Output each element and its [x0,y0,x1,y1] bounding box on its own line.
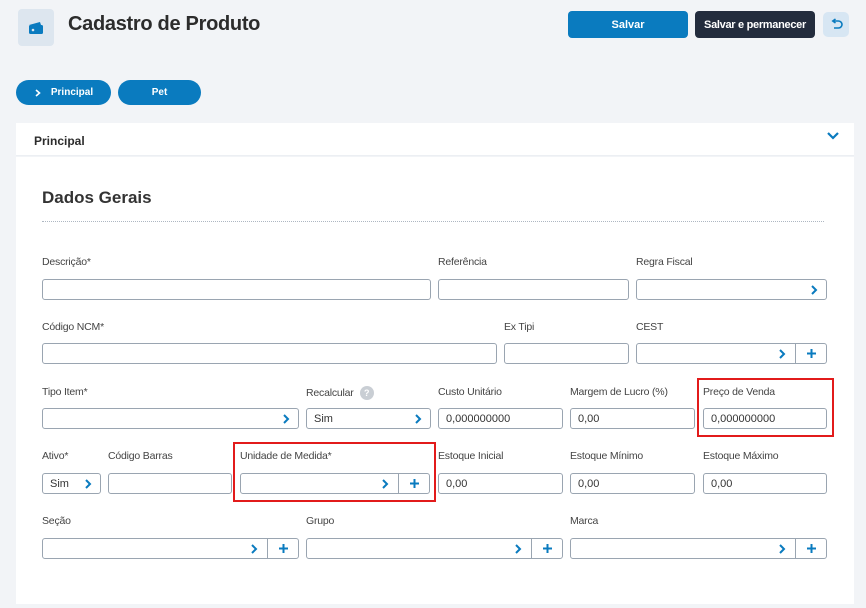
section-label: Principal [34,134,85,148]
page-title: Cadastro de Produto [68,13,261,35]
plus-icon [806,349,816,358]
descricao-input[interactable] [42,279,431,300]
section-header[interactable]: Principal [16,123,854,156]
codigo-ncm-label: Código NCM* [42,321,104,333]
grupo-label: Grupo [306,515,335,527]
chevron-right-icon[interactable] [414,413,422,425]
chevron-right-icon [35,88,41,97]
chevron-right-icon[interactable] [778,543,786,555]
estoque-maximo-label: Estoque Máximo [703,450,779,462]
add-marca-button[interactable] [795,539,826,558]
plus-icon [278,544,288,553]
save-button[interactable]: Salvar [568,11,688,38]
undo-button[interactable] [823,12,849,37]
secao-select[interactable] [42,538,299,559]
tab-label: Principal [50,87,94,98]
custo-unitario-label: Custo Unitário [438,386,502,398]
regra-fiscal-select[interactable] [636,279,827,300]
estoque-inicial-input[interactable]: 0,00 [438,473,563,494]
ativo-label: Ativo* [42,450,69,462]
chevron-right-icon[interactable] [810,284,818,296]
tab-pet[interactable]: Pet [118,80,201,105]
ativo-value: Sim [50,477,69,490]
referencia-input[interactable] [438,279,629,300]
estoque-inicial-label: Estoque Inicial [438,450,504,462]
recalcular-value: Sim [314,412,333,425]
margem-lucro-label: Margem de Lucro (%) [570,386,668,398]
tipo-item-label: Tipo Item* [42,386,88,398]
undo-icon [830,18,843,29]
estoque-maximo-input[interactable]: 0,00 [703,473,827,494]
chevron-right-icon[interactable] [84,478,92,490]
add-secao-button[interactable] [267,539,298,558]
codigo-ncm-input[interactable] [42,343,497,364]
plus-icon [542,544,552,553]
cest-label: CEST [636,321,664,333]
referencia-label: Referência [438,256,487,268]
custo-unitario-input[interactable]: 0,000000000 [438,408,563,429]
cest-select[interactable] [636,343,827,364]
divider [42,221,824,222]
chevron-right-icon[interactable] [514,543,522,555]
margem-lucro-input[interactable]: 0,00 [570,408,695,429]
codigo-barras-label: Código Barras [108,450,173,462]
chevron-right-icon[interactable] [778,348,786,360]
plus-icon [806,544,816,553]
ativo-select[interactable]: Sim [42,473,101,494]
regra-fiscal-label: Regra Fiscal [636,256,693,268]
add-grupo-button[interactable] [531,539,562,558]
estoque-minimo-input[interactable]: 0,00 [570,473,695,494]
highlight-box-preco-venda [697,378,834,437]
help-icon[interactable]: ? [359,386,374,400]
estoque-minimo-label: Estoque Mínimo [570,450,644,462]
chevron-down-icon[interactable] [826,131,840,141]
recalcular-select[interactable]: Sim [306,408,431,429]
tipo-item-select[interactable] [42,408,299,429]
highlight-box-unidade-medida [233,442,436,502]
ex-tipi-label: Ex Tipi [504,321,535,333]
tab-principal[interactable]: Principal [16,80,111,105]
chevron-right-icon[interactable] [250,543,258,555]
section-title: Dados Gerais [42,188,152,207]
secao-label: Seção [42,515,71,527]
add-cest-button[interactable] [795,344,826,363]
tab-label: Pet [151,87,168,98]
chevron-right-icon[interactable] [282,413,290,425]
save-and-stay-button[interactable]: Salvar e permanecer [695,11,815,38]
recalcular-label-text: Recalcular [306,386,354,399]
recalcular-label: Recalcular? [306,386,374,400]
descricao-label: Descrição* [42,256,91,268]
marca-select[interactable] [570,538,827,559]
grupo-select[interactable] [306,538,563,559]
ex-tipi-input[interactable] [504,343,629,364]
wallet-icon [18,9,54,46]
codigo-barras-input[interactable] [108,473,232,494]
marca-label: Marca [570,515,599,527]
